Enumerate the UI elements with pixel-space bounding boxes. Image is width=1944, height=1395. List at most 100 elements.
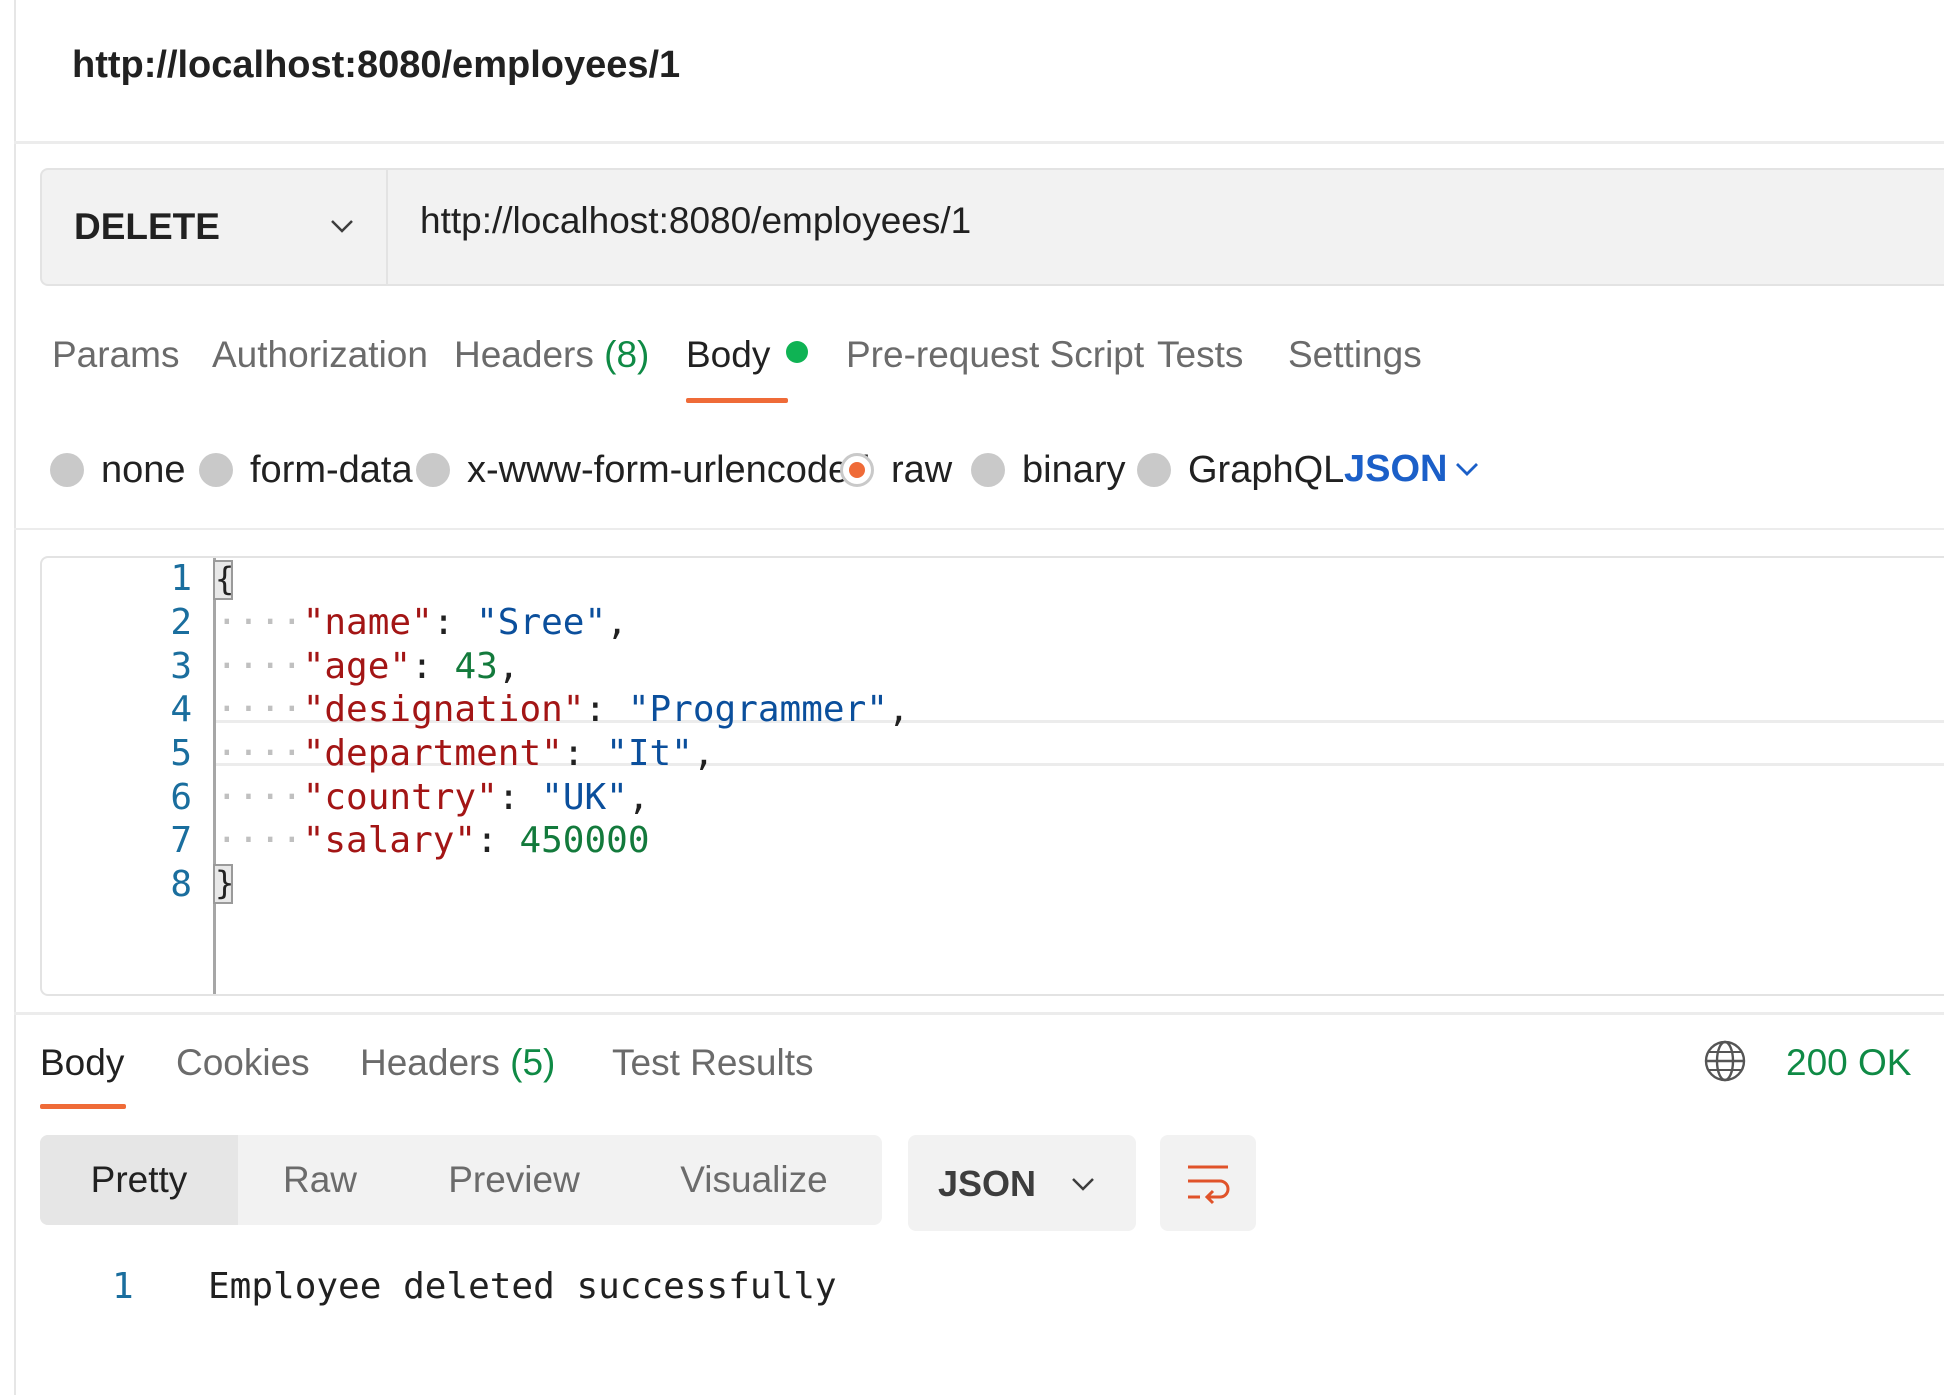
json-key: "department": [302, 733, 563, 774]
comma: ,: [887, 689, 910, 730]
json-value: "Sree": [476, 602, 607, 643]
response-tab-test-results[interactable]: Test Results: [612, 1042, 814, 1084]
response-tab-headers[interactable]: Headers (5): [360, 1042, 555, 1084]
tab-pre-request-label: Pre-request Script: [846, 334, 1145, 375]
response-tab-body[interactable]: Body: [40, 1042, 124, 1084]
tab-headers[interactable]: Headers (8): [454, 334, 649, 376]
radio-graphql[interactable]: GraphQL: [1137, 448, 1344, 492]
radio-circle: [416, 453, 450, 487]
line-number: 5: [170, 733, 192, 774]
headers-count: (8): [604, 334, 650, 375]
response-headers-count: (5): [510, 1042, 556, 1083]
line-number: 4: [170, 689, 192, 730]
code-line: ····"department": "It",: [216, 733, 715, 774]
globe-icon[interactable]: [1702, 1038, 1748, 1084]
radio-none[interactable]: none: [50, 448, 186, 492]
view-preview[interactable]: Preview: [402, 1135, 626, 1225]
response-tab-body-label: Body: [40, 1042, 125, 1083]
body-indicator-dot: [786, 341, 809, 363]
tab-authorization-label: Authorization: [212, 334, 428, 375]
wrap-lines-button[interactable]: [1160, 1135, 1256, 1231]
indent-dots: ····: [216, 646, 303, 687]
tab-params-label: Params: [52, 334, 180, 375]
method-label: DELETE: [74, 206, 220, 247]
tab-authorization[interactable]: Authorization: [212, 334, 428, 376]
radio-raw[interactable]: raw: [840, 448, 952, 492]
json-value: "UK": [541, 777, 628, 818]
comma: ,: [692, 733, 715, 774]
radio-binary[interactable]: binary: [971, 448, 1126, 492]
chevron-down-icon[interactable]: [1452, 454, 1482, 484]
response-tab-cookies-label: Cookies: [176, 1042, 310, 1083]
url-input[interactable]: [420, 200, 1820, 242]
method-select[interactable]: DELETE: [42, 170, 388, 284]
tab-tests-label: Tests: [1157, 334, 1244, 375]
radio-label: form-data: [250, 448, 413, 491]
view-visualize[interactable]: Visualize: [626, 1135, 882, 1225]
code-line: ····"age": 43,: [216, 646, 520, 687]
tab-pre-request-script[interactable]: Pre-request Script: [846, 334, 1144, 376]
comma: ,: [606, 602, 628, 643]
json-key: "country": [302, 777, 498, 818]
radio-form-data[interactable]: form-data: [199, 448, 413, 492]
view-raw[interactable]: Raw: [238, 1135, 402, 1225]
request-body-editor[interactable]: 1 2 3 4 5 6 7 8 { ····"name": "Sree", ··…: [40, 556, 1944, 996]
tab-body-label: Body: [686, 334, 771, 375]
view-pretty[interactable]: Pretty: [40, 1135, 238, 1225]
response-format-select[interactable]: JSON: [908, 1135, 1136, 1231]
chevron-down-icon: [1072, 1178, 1094, 1191]
indent-dots: ····: [216, 777, 303, 818]
tab-settings-label: Settings: [1288, 334, 1422, 375]
open-brace: {: [213, 560, 235, 600]
divider: [14, 528, 1944, 530]
response-line-number: 1: [112, 1266, 134, 1307]
response-tab-test-results-label: Test Results: [612, 1042, 814, 1083]
radio-circle: [50, 453, 84, 487]
left-border: [0, 0, 16, 1395]
code-line: ····"name": "Sree",: [216, 602, 628, 643]
response-body-text: Employee deleted successfully: [208, 1266, 837, 1307]
request-title[interactable]: http://localhost:8080/employees/1: [72, 44, 680, 87]
tab-tests[interactable]: Tests: [1157, 334, 1243, 376]
json-value: "Programmer": [627, 689, 888, 730]
line-number: 8: [170, 864, 192, 905]
pane-divider[interactable]: [14, 1012, 1944, 1015]
tab-headers-label: Headers: [454, 334, 594, 375]
tab-settings[interactable]: Settings: [1288, 334, 1422, 376]
code-line: ····"designation": "Programmer",: [216, 689, 910, 730]
tab-params[interactable]: Params: [52, 334, 179, 376]
comma: ,: [627, 777, 650, 818]
json-value: "It": [606, 733, 693, 774]
json-value: 43: [454, 646, 498, 687]
radio-label: none: [101, 448, 186, 491]
radio-circle: [199, 453, 233, 487]
code-line: ····"salary": 450000: [216, 820, 650, 861]
json-key: "age": [302, 646, 412, 687]
json-value: 450000: [519, 820, 650, 861]
language-select[interactable]: JSON: [1344, 448, 1447, 491]
radio-x-www-form-urlencoded[interactable]: x-www-form-urlencoded: [416, 448, 870, 492]
radio-circle: [1137, 453, 1171, 487]
json-key: "salary": [302, 820, 477, 861]
indent-dots: ····: [216, 602, 303, 643]
radio-label: x-www-form-urlencoded: [467, 448, 871, 491]
response-tab-cookies[interactable]: Cookies: [176, 1042, 310, 1084]
indent-dots: ····: [216, 733, 303, 774]
radio-circle-selected: [840, 453, 874, 487]
radio-label: GraphQL: [1188, 448, 1345, 491]
chevron-down-icon: [331, 220, 353, 233]
tab-body[interactable]: Body: [686, 334, 809, 376]
tab-active-underline: [40, 1104, 126, 1109]
response-tab-headers-label: Headers: [360, 1042, 500, 1083]
response-view-switcher: Pretty Raw Preview Visualize: [40, 1135, 882, 1225]
radio-label: raw: [891, 448, 953, 491]
line-number: 3: [170, 646, 192, 687]
line-number: 2: [170, 602, 192, 643]
close-brace: }: [213, 864, 235, 904]
request-tabs: Params Authorization Headers (8) Body Pr…: [0, 334, 1944, 414]
response-status[interactable]: 200 OK: [1786, 1042, 1911, 1084]
code-line: ····"country": "UK",: [216, 777, 650, 818]
line-number: 6: [170, 777, 192, 818]
json-key: "name": [302, 602, 433, 643]
response-tabs: Body Cookies Headers (5) Test Results: [0, 1042, 1944, 1112]
